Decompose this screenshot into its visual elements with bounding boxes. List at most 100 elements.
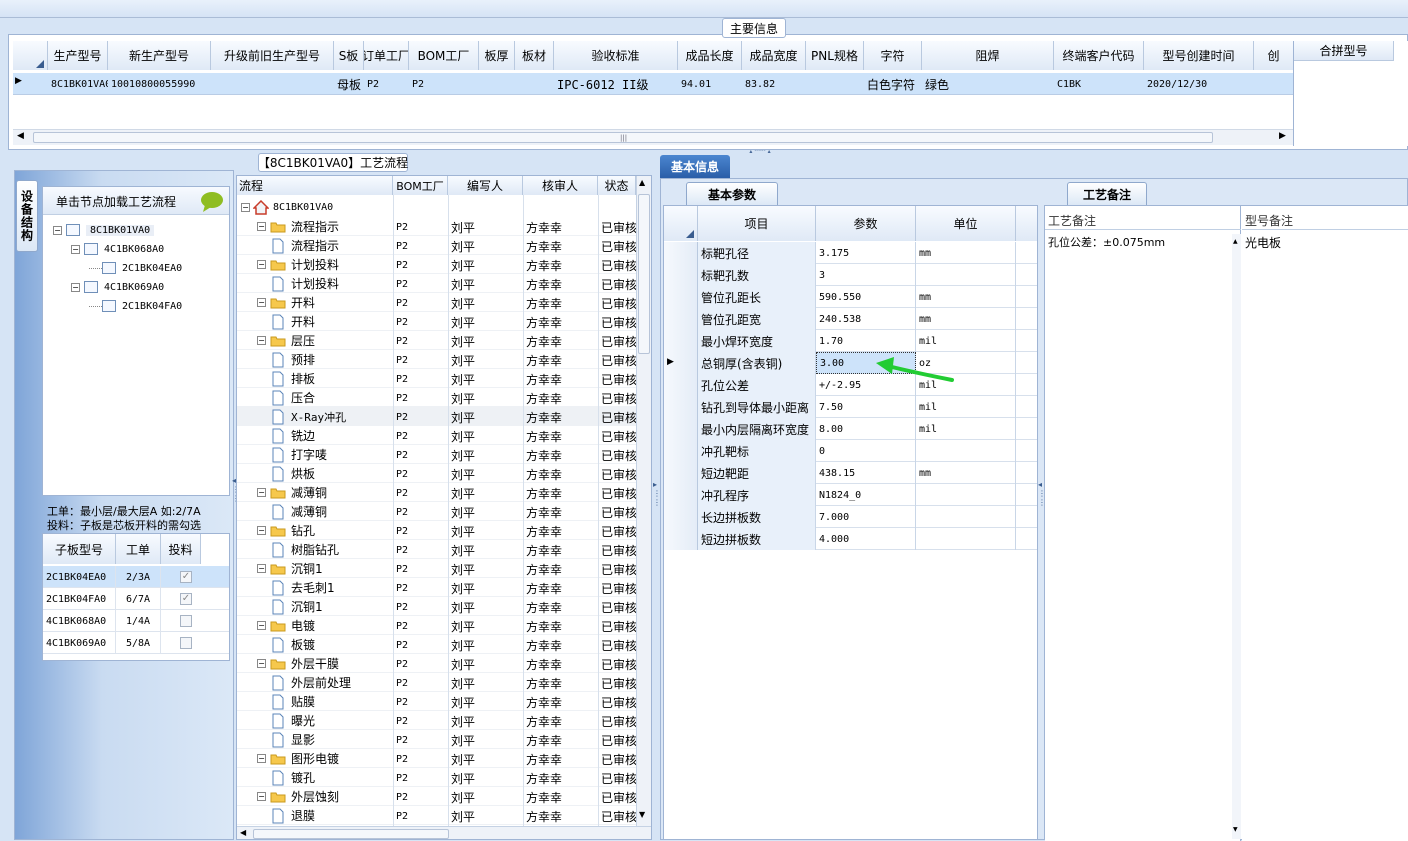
process-name-cell[interactable]: − 钻孔 [257,522,315,539]
param-row[interactable]: 冲孔靶标 0 [664,440,1037,462]
sub-table-row[interactable]: 2C1BK04FA0 6/7A ✓ [43,588,229,610]
process-row[interactable]: 外层前处理 P2 刘平 方幸幸 已审核 [237,673,636,692]
process-row[interactable]: − 减薄铜 P2 刘平 方幸幸 已审核 [237,483,636,502]
feed-checkbox[interactable] [180,615,192,627]
scroll-right-icon[interactable]: ▶ [1279,131,1286,141]
collapse-icon[interactable]: − [257,621,266,630]
main-row-cell[interactable] [806,73,864,95]
param-value-cell[interactable]: 8.00 [816,418,916,440]
process-row[interactable]: 计划投料 P2 刘平 方幸幸 已审核 [237,274,636,293]
remarks-tab[interactable]: 工艺备注 [1067,182,1147,205]
process-row[interactable]: − 计划投料 P2 刘平 方幸幸 已审核 [237,255,636,274]
process-row[interactable]: − 外层干膜 P2 刘平 方幸幸 已审核 [237,654,636,673]
process-reviewer-cell[interactable]: 方幸幸 [523,805,598,827]
param-row[interactable]: 短边靶距 438.15 mm [664,462,1037,484]
collapse-icon[interactable]: − [71,282,80,292]
process-row[interactable]: − 沉铜1 P2 刘平 方幸幸 已审核 [237,559,636,578]
param-unit-cell[interactable]: mm [916,308,1016,330]
process-row[interactable]: 排板 P2 刘平 方幸幸 已审核 [237,369,636,388]
process-name-cell[interactable]: 外层前处理 [271,674,351,691]
process-name-cell[interactable]: − 沉铜1 [257,560,323,577]
horizontal-splitter[interactable]: ▴ ······ ▴ [735,148,785,155]
process-name-cell[interactable]: 铣边 [271,427,315,444]
process-name-cell[interactable]: − 层压 [257,332,315,349]
collapse-icon[interactable]: − [257,659,266,668]
main-row-cell[interactable]: 8C1BK01VA0 [48,73,108,95]
sub-order-cell[interactable]: 6/7A [116,588,161,610]
param-row[interactable]: 最小焊环宽度 1.70 mil [664,330,1037,352]
param-unit-cell[interactable]: mm [916,242,1016,264]
scroll-thumb-h[interactable] [253,829,449,839]
process-row[interactable]: 减薄铜 P2 刘平 方幸幸 已审核 [237,502,636,521]
main-row-cell[interactable]: 94.01 [678,73,742,95]
process-name-cell[interactable]: 开料 [271,313,315,330]
process-vscrollbar[interactable]: ▲ ▼ [636,176,651,826]
process-name-cell[interactable]: 减薄铜 [271,503,327,520]
process-status-cell[interactable]: 已审核 [598,805,636,827]
main-col-header[interactable]: S板 [334,41,364,70]
main-row-cell[interactable] [1254,73,1293,95]
main-col-header[interactable]: 终端客户代码 [1054,41,1144,70]
process-row[interactable]: 铣边 P2 刘平 方幸幸 已审核 [237,426,636,445]
param-row[interactable]: 管位孔距宽 240.538 mm [664,308,1037,330]
main-row-cell[interactable]: C1BK [1054,73,1144,95]
process-row[interactable]: 镀孔 P2 刘平 方幸幸 已审核 [237,768,636,787]
process-root-node[interactable]: − 8C1BK01VA0 [241,198,333,216]
process-name-cell[interactable]: 排板 [271,370,315,387]
process-name-cell[interactable]: 打字唛 [271,446,327,463]
main-row-cell[interactable] [211,73,334,95]
process-name-cell[interactable]: 烘板 [271,465,315,482]
collapse-icon[interactable]: − [257,298,266,307]
process-name-cell[interactable]: 预排 [271,351,315,368]
collapse-icon[interactable]: − [257,222,266,231]
process-name-cell[interactable]: 贴膜 [271,693,315,710]
process-row[interactable]: 曝光 P2 刘平 方幸幸 已审核 [237,711,636,730]
process-row[interactable]: − 图形电镀 P2 刘平 方幸幸 已审核 [237,749,636,768]
process-col-header[interactable]: 编写人 [448,176,523,195]
feed-checkbox[interactable]: ✓ [180,593,192,605]
process-col-header[interactable]: BOM工厂 [393,176,448,195]
tree-node[interactable]: − 4C1BK068A0 [71,240,164,258]
param-row[interactable]: 长边拼板数 7.000 [664,506,1037,528]
sub-model-cell[interactable]: 2C1BK04EA0 [43,566,116,588]
basic-info-tab[interactable]: 基本信息 [660,155,730,178]
process-row[interactable]: 流程指示 P2 刘平 方幸幸 已审核 [237,236,636,255]
param-unit-cell[interactable] [916,506,1016,528]
param-unit-cell[interactable] [916,484,1016,506]
process-col-header[interactable]: 流程 [237,176,393,195]
param-value-cell[interactable]: 7.000 [816,506,916,528]
model-remark-box[interactable]: 型号备注 光电板 [1242,206,1408,841]
main-row-cell[interactable]: 母板 [334,73,364,95]
main-col-header[interactable]: 型号创建时间 [1144,41,1254,70]
tree-node[interactable]: − 4C1BK069A0 [71,278,164,296]
process-row[interactable]: 预排 P2 刘平 方幸幸 已审核 [237,350,636,369]
sub-table-row[interactable]: 4C1BK069A0 5/8A [43,632,229,654]
main-col-header[interactable]: 阻焊 [922,41,1054,70]
param-value-cell[interactable]: 438.15 [816,462,916,484]
param-unit-cell[interactable] [916,440,1016,462]
process-row[interactable]: − 钻孔 P2 刘平 方幸幸 已审核 [237,521,636,540]
process-row[interactable]: X-Ray冲孔 P2 刘平 方幸幸 已审核 [237,407,636,426]
sub-table-header[interactable]: 子板型号 [43,534,116,564]
sub-table-row[interactable]: 4C1BK068A0 1/4A [43,610,229,632]
scroll-left-icon[interactable]: ◀ [240,828,246,837]
process-remark-box[interactable]: 工艺备注 孔位公差：±0.075mm ▲ ▼ [1045,206,1241,841]
param-row[interactable]: 钻孔到导体最小距离 7.50 mil [664,396,1037,418]
collapse-icon[interactable]: − [53,225,62,235]
process-row[interactable]: − 外层蚀刻 P2 刘平 方幸幸 已审核 [237,787,636,806]
basic-params-tab[interactable]: 基本参数 [686,182,778,205]
process-row[interactable]: 开料 P2 刘平 方幸幸 已审核 [237,312,636,331]
process-hscrollbar[interactable]: ◀ [237,826,651,839]
process-row[interactable]: 烘板 P2 刘平 方幸幸 已审核 [237,464,636,483]
process-name-cell[interactable]: 镀孔 [271,769,315,786]
sub-order-cell[interactable]: 2/3A [116,566,161,588]
param-value-cell[interactable]: 1.70 [816,330,916,352]
process-name-cell[interactable]: X-Ray冲孔 [271,408,346,425]
param-row[interactable]: 冲孔程序 N1824_0 [664,484,1037,506]
main-hscrollbar[interactable]: ◀ ||| ▶ [13,129,1293,145]
main-col-header[interactable]: 字符 [864,41,922,70]
process-name-cell[interactable]: − 开料 [257,294,315,311]
process-row[interactable]: 去毛刺1 P2 刘平 方幸幸 已审核 [237,578,636,597]
param-unit-cell[interactable] [916,528,1016,550]
main-col-header[interactable]: 升级前旧生产型号 [211,41,334,70]
